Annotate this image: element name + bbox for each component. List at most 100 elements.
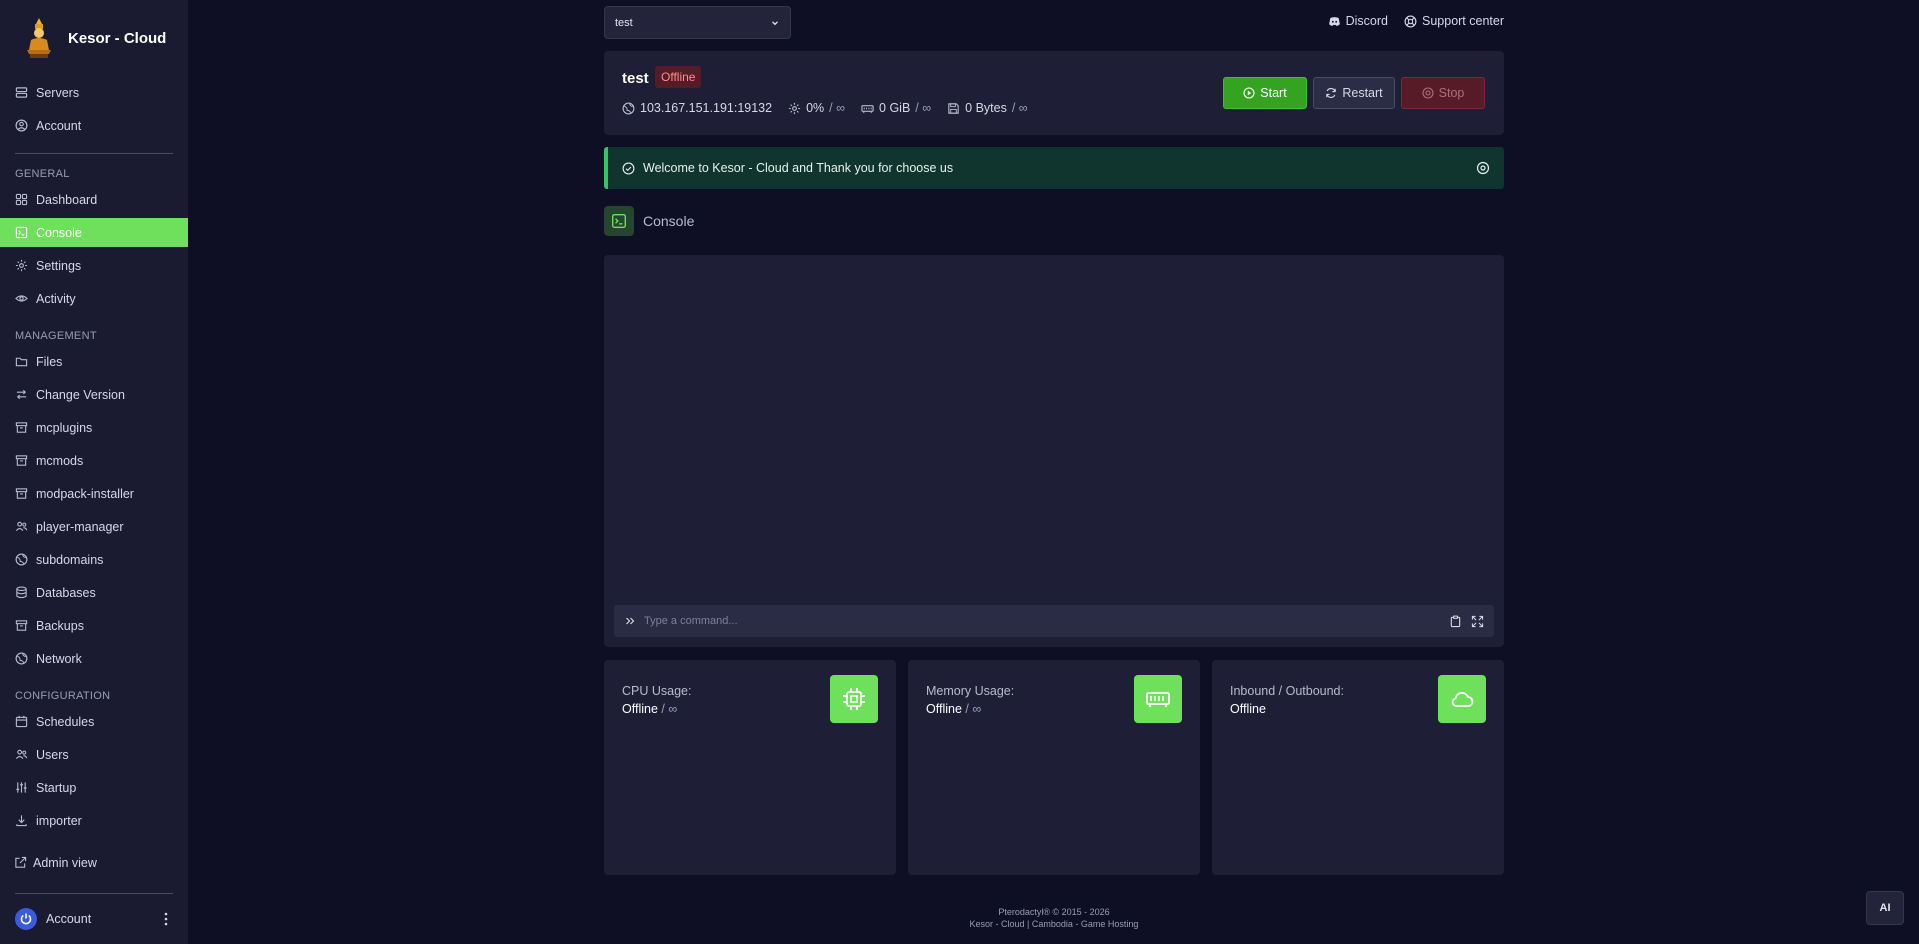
start-label: Start <box>1260 86 1287 100</box>
stat-address: 103.167.151.191:19132 <box>622 101 772 115</box>
sidebar-item-settings[interactable]: Settings <box>0 251 188 280</box>
close-circle-icon[interactable] <box>1476 161 1490 175</box>
expand-icon[interactable] <box>1471 615 1484 628</box>
archive-icon <box>15 455 28 466</box>
welcome-alert: Welcome to Kesor - Cloud and Thank you f… <box>604 147 1504 189</box>
account-footer-label: Account <box>46 912 92 926</box>
memory-limit: / ∞ <box>915 101 932 115</box>
sidebar-item-files[interactable]: Files <box>0 347 188 376</box>
cpu-usage-card: CPU Usage: Offline / ∞ <box>604 660 896 875</box>
sidebar-item-dashboard[interactable]: Dashboard <box>0 185 188 214</box>
sidebar-item-activity[interactable]: Activity <box>0 284 188 313</box>
sidebar-item-users[interactable]: Users <box>0 740 188 769</box>
server-stack-icon <box>15 87 28 98</box>
avatar[interactable] <box>15 908 37 930</box>
discord-label: Discord <box>1345 14 1388 28</box>
footer-tagline: Kesor - Cloud | Cambodia - Game Hosting <box>969 919 1139 929</box>
discord-icon <box>1328 16 1340 26</box>
server-address[interactable]: 103.167.151.191:19132 <box>640 101 772 115</box>
more-vertical-icon[interactable] <box>159 911 173 927</box>
stop-button[interactable]: Stop <box>1401 77 1485 109</box>
support-center-link[interactable]: Support center <box>1404 14 1504 28</box>
stat-memory: 0 GiB / ∞ <box>861 101 931 115</box>
sidebar-item-network[interactable]: Network <box>0 644 188 673</box>
command-input[interactable] <box>644 615 1440 627</box>
sidebar-item-label: Change Version <box>36 387 125 402</box>
cpu-limit: / ∞ <box>829 101 846 115</box>
grid-icon <box>15 193 28 206</box>
arrows-icon <box>16 389 27 400</box>
section-label-general: GENERAL <box>15 168 70 180</box>
sidebar-item-startup[interactable]: Startup <box>0 773 188 802</box>
check-circle-icon <box>622 162 635 174</box>
globe-icon <box>15 652 28 665</box>
sidebar-item-modpack-installer[interactable]: modpack-installer <box>0 479 188 508</box>
sidebar-item-label: Databases <box>36 585 96 600</box>
sidebar-item-label: Network <box>36 651 82 666</box>
usage-label: Inbound / Outbound: <box>1230 684 1344 698</box>
archive-icon <box>15 488 28 499</box>
sidebar-item-mcmods[interactable]: mcmods <box>0 446 188 475</box>
footer-copyright: Pterodactyl® © 2015 - 2026 <box>998 907 1110 917</box>
console-output[interactable] <box>604 255 1504 647</box>
sidebar-item-label: Settings <box>36 258 82 273</box>
lifebuoy-icon <box>1404 15 1417 27</box>
sidebar-item-databases[interactable]: Databases <box>0 578 188 607</box>
sidebar-item-subdomains[interactable]: subdomains <box>0 545 188 574</box>
sidebar-item-label: Users <box>36 747 69 762</box>
sidebar-item-label: Account <box>36 118 82 133</box>
stat-disk: 0 Bytes / ∞ <box>947 101 1028 115</box>
sidebar-item-player-manager[interactable]: player-manager <box>0 512 188 541</box>
sidebar-item-change-version[interactable]: Change Version <box>0 380 188 409</box>
sidebar-item-mcplugins[interactable]: mcplugins <box>0 413 188 442</box>
server-select-value: test <box>615 16 633 29</box>
sidebar-item-label: Schedules <box>36 714 95 729</box>
chevron-down-icon <box>772 20 778 25</box>
user-circle-icon <box>15 119 28 132</box>
sidebar-item-servers[interactable]: Servers <box>0 78 188 107</box>
sidebar-item-label: Backups <box>36 618 84 633</box>
refresh-icon <box>1326 88 1337 98</box>
start-button[interactable]: Start <box>1223 77 1307 109</box>
terminal-icon <box>612 214 626 228</box>
sidebar-item-label: Dashboard <box>36 192 98 207</box>
stop-circle-icon <box>1422 87 1434 99</box>
memory-usage-limit: / ∞ <box>965 702 982 716</box>
power-icon <box>20 913 32 925</box>
discord-link[interactable]: Discord <box>1328 14 1388 28</box>
network-usage-card: Inbound / Outbound: Offline <box>1212 660 1504 875</box>
usage-value: Offline <box>1230 702 1266 716</box>
chevrons-right-icon <box>626 617 635 625</box>
memory-icon <box>861 104 874 113</box>
clipboard-icon[interactable] <box>1449 615 1462 628</box>
sidebar-item-schedules[interactable]: Schedules <box>0 707 188 736</box>
sidebar-item-importer[interactable]: importer <box>0 806 188 835</box>
sidebar-item-account[interactable]: Account <box>0 111 188 140</box>
usage-value: Offline / ∞ <box>622 702 677 716</box>
ai-assistant-button[interactable]: AI <box>1866 891 1904 925</box>
sidebar-item-label: mcmods <box>36 453 84 468</box>
cpu-icon <box>789 102 801 114</box>
server-header-card: test Offline 103.167.151.191:19132 0% / … <box>604 51 1504 135</box>
account-footer[interactable]: Account <box>15 908 173 930</box>
gear-icon <box>15 259 28 272</box>
sidebar-item-label: Files <box>36 354 63 369</box>
restart-button[interactable]: Restart <box>1313 77 1395 109</box>
sidebar-item-console[interactable]: Console <box>0 218 188 247</box>
sidebar-item-label: modpack-installer <box>36 486 134 501</box>
sidebar-item-admin-view[interactable]: Admin view <box>0 848 188 877</box>
server-select[interactable]: test <box>604 6 791 39</box>
cpu-usage-value: Offline <box>622 702 658 716</box>
sidebar-item-label: Activity <box>36 291 76 306</box>
page-footer: Pterodactyl® © 2015 - 2026 Kesor - Cloud… <box>604 906 1504 930</box>
brand[interactable]: Kesor - Cloud <box>22 16 166 60</box>
archive-icon <box>15 620 28 631</box>
eye-icon <box>15 295 28 302</box>
users-icon <box>15 521 28 532</box>
sidebar-item-backups[interactable]: Backups <box>0 611 188 640</box>
play-circle-icon <box>1243 87 1255 99</box>
support-center-label: Support center <box>1422 14 1504 28</box>
sidebar-item-label: Servers <box>36 85 80 100</box>
sidebar-item-label: importer <box>36 813 82 828</box>
terminal-icon <box>15 226 28 239</box>
